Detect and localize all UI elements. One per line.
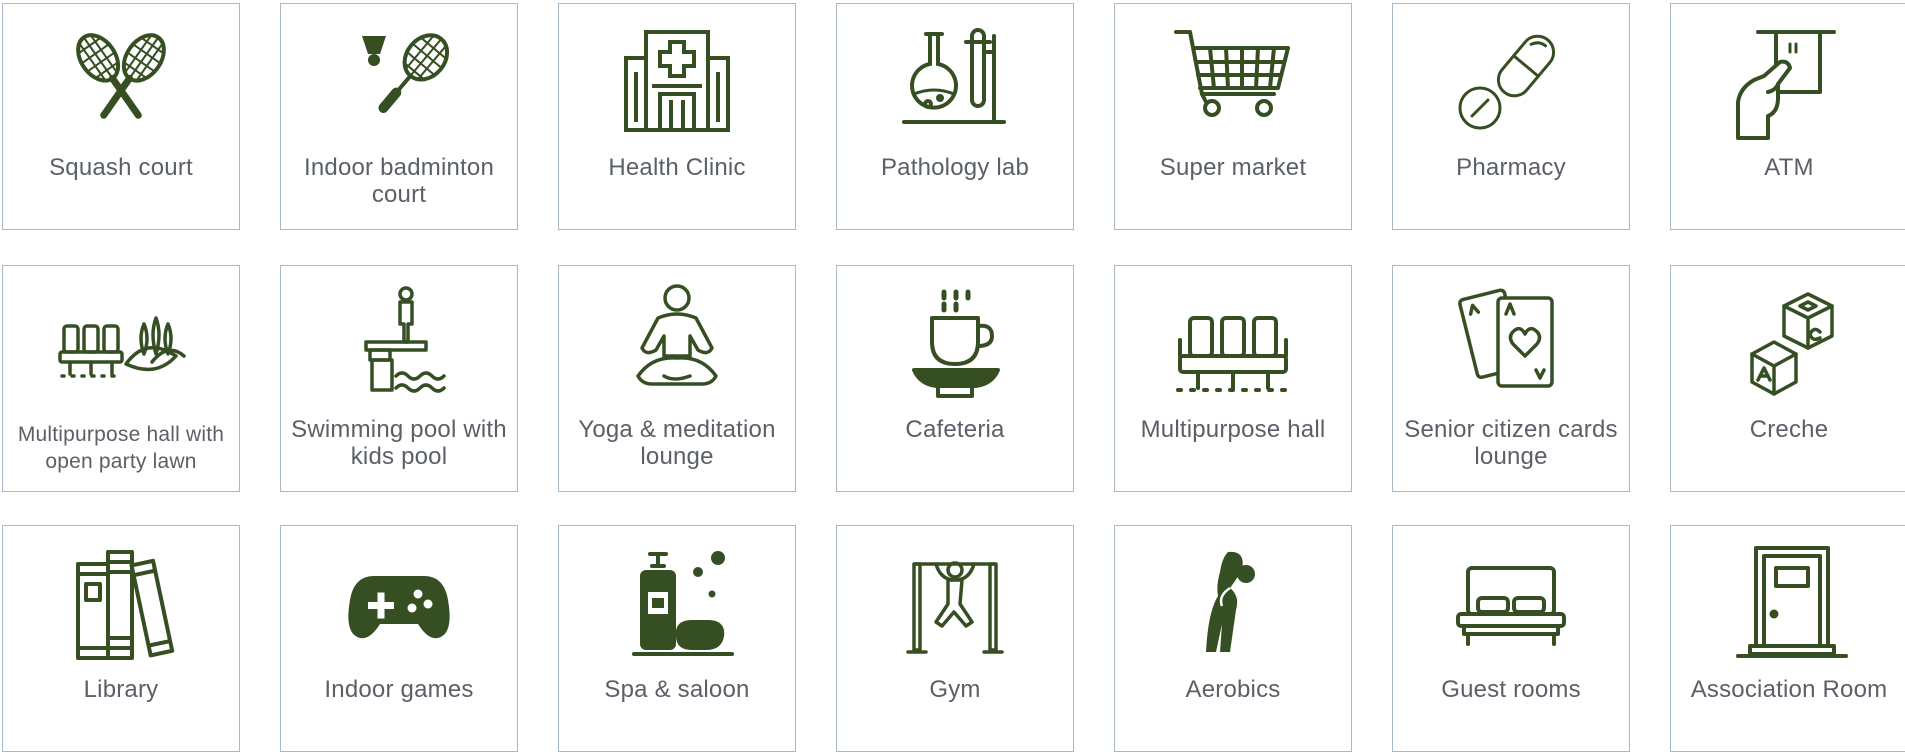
amenity-card-multipurpose-hall: Multipurpose hall [1114, 265, 1352, 492]
amenity-label: Multipurpose hall with open party lawn [17, 423, 225, 473]
amenity-label: Senior citizen cards lounge [1404, 416, 1618, 470]
amenity-label: Spa & saloon [604, 676, 750, 703]
amenity-card-health-clinic: Health Clinic [558, 3, 796, 230]
amenity-card-yoga: Yoga & meditation lounge [558, 265, 796, 492]
bed-icon [1446, 544, 1576, 662]
books-icon [56, 544, 186, 662]
amenity-label: Multipurpose hall [1140, 416, 1326, 443]
hall-lawn-icon [56, 284, 186, 402]
amenity-card-pharmacy: Pharmacy [1392, 3, 1630, 230]
gym-bar-icon [890, 544, 1020, 662]
spa-icon [612, 544, 742, 662]
amenity-card-badminton: Indoor badminton court [280, 3, 518, 230]
amenities-grid: Squash court Indoor badminton court Heal… [0, 0, 1905, 752]
amenity-card-cafeteria: Cafeteria [836, 265, 1074, 492]
amenity-label: Library [83, 676, 159, 703]
amenity-label: Health Clinic [608, 154, 746, 181]
amenity-card-atm: ATM [1670, 3, 1905, 230]
amenity-label: Gym [929, 676, 981, 703]
amenity-label: Pathology lab [880, 154, 1030, 181]
amenity-card-gym: Gym [836, 525, 1074, 752]
amenity-label: Aerobics [1185, 676, 1281, 703]
amenity-card-multipurpose-hall-lawn: Multipurpose hall with open party lawn [2, 265, 240, 492]
amenity-card-library: Library [2, 525, 240, 752]
lab-flask-icon [890, 22, 1020, 140]
amenity-label: Swimming pool with kids pool [291, 416, 507, 470]
amenity-card-spa: Spa & saloon [558, 525, 796, 752]
hospital-icon [612, 22, 742, 140]
amenity-card-indoor-games: Indoor games [280, 525, 518, 752]
amenity-label: Guest rooms [1441, 676, 1581, 703]
amenity-card-senior-citizen-cards: Senior citizen cards lounge [1392, 265, 1630, 492]
playing-cards-icon [1446, 284, 1576, 402]
amenity-card-pathology-lab: Pathology lab [836, 3, 1074, 230]
amenity-label: ATM [1764, 154, 1814, 181]
amenity-label: Creche [1749, 416, 1829, 443]
gamepad-icon [334, 544, 464, 662]
toy-blocks-icon [1724, 284, 1854, 402]
amenity-card-guest-rooms: Guest rooms [1392, 525, 1630, 752]
door-icon [1724, 544, 1854, 662]
pill-icon [1446, 22, 1576, 140]
amenity-card-swimming-pool: Swimming pool with kids pool [280, 265, 518, 492]
amenity-card-aerobics: Aerobics [1114, 525, 1352, 752]
hall-seats-icon [1168, 284, 1298, 402]
meditation-icon [612, 284, 742, 402]
amenity-card-squash-court: Squash court [2, 3, 240, 230]
amenity-label: Pharmacy [1456, 154, 1566, 181]
amenity-label: Yoga & meditation lounge [578, 416, 776, 470]
coffee-cup-icon [890, 284, 1020, 402]
amenity-card-super-market: Super market [1114, 3, 1352, 230]
amenity-card-creche: Creche [1670, 265, 1905, 492]
atm-card-icon [1724, 22, 1854, 140]
amenity-label: Indoor games [324, 676, 474, 703]
amenity-label: Indoor badminton court [304, 154, 494, 208]
amenity-label: Cafeteria [905, 416, 1005, 443]
badminton-icon [334, 22, 464, 140]
shopping-cart-icon [1168, 22, 1298, 140]
amenity-label: Association Room [1690, 676, 1888, 703]
squash-rackets-icon [56, 22, 186, 140]
diving-board-icon [334, 284, 464, 402]
amenity-label: Super market [1159, 154, 1307, 181]
amenity-card-association-room: Association Room [1670, 525, 1905, 752]
amenity-label: Squash court [49, 154, 193, 181]
aerobics-icon [1168, 544, 1298, 662]
